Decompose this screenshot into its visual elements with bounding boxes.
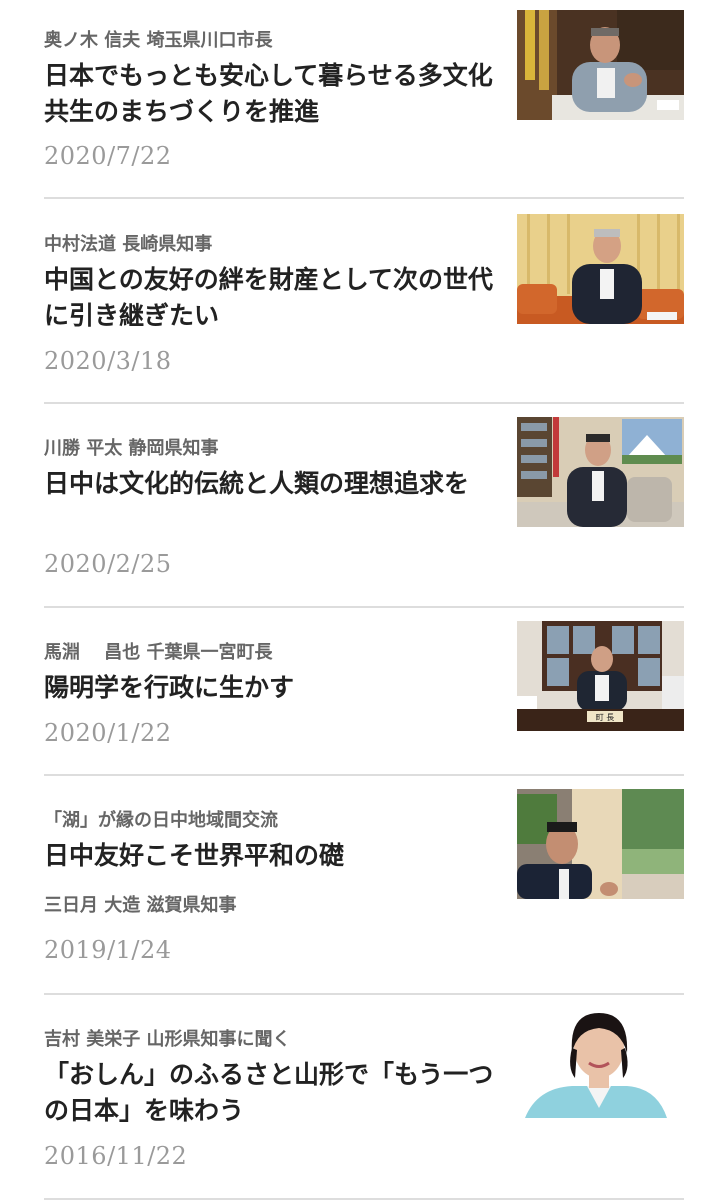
interview-photo bbox=[517, 1008, 684, 1118]
article-kicker: 奥ノ木 信夫 埼玉県川口市長 bbox=[44, 30, 273, 51]
article-kicker: 中村法道 長崎県知事 bbox=[44, 234, 213, 255]
nameplate-text: 町 長 bbox=[596, 713, 615, 722]
article-list: 奥ノ木 信夫 埼玉県川口市長 日本でもっとも安心して暮らせる多文化共生のまちづく… bbox=[0, 0, 727, 1200]
article-thumbnail[interactable]: 町 長 bbox=[517, 621, 684, 731]
article-thumbnail[interactable] bbox=[517, 214, 684, 324]
article-item[interactable]: 中村法道 長崎県知事 中国との友好の絆を財産として次の世代に引き継ぎたい 202… bbox=[44, 197, 684, 404]
interview-photo bbox=[517, 214, 684, 324]
article-date: 2020/2/25 bbox=[44, 550, 172, 578]
article-thumbnail[interactable] bbox=[517, 789, 684, 899]
article-kicker: 馬淵 昌也 千葉県一宮町長 bbox=[44, 642, 273, 663]
article-title[interactable]: 日中友好こそ世界平和の礎 bbox=[44, 838, 494, 874]
article-date: 2016/11/22 bbox=[44, 1142, 188, 1170]
interview-photo bbox=[517, 417, 684, 527]
article-title[interactable]: 中国との友好の絆を財産として次の世代に引き継ぎたい bbox=[44, 262, 494, 334]
article-kicker: 吉村 美栄子 山形県知事に聞く bbox=[44, 1029, 291, 1050]
article-kicker: 「湖」が縁の日中地域間交流 bbox=[44, 810, 278, 831]
article-thumbnail[interactable] bbox=[517, 417, 684, 527]
article-thumbnail[interactable] bbox=[517, 1008, 684, 1118]
interview-photo bbox=[517, 789, 684, 899]
article-title[interactable]: 日中は文化的伝統と人類の理想追求を bbox=[44, 466, 494, 502]
article-title[interactable]: 陽明学を行政に生かす bbox=[44, 670, 494, 706]
article-item[interactable]: 奥ノ木 信夫 埼玉県川口市長 日本でもっとも安心して暮らせる多文化共生のまちづく… bbox=[44, 0, 684, 199]
article-title[interactable]: 日本でもっとも安心して暮らせる多文化共生のまちづくりを推進 bbox=[44, 58, 494, 130]
article-title[interactable]: 「おしん」のふるさと山形で「もう一つの日本」を味わう bbox=[44, 1057, 494, 1129]
article-date: 2020/3/18 bbox=[44, 347, 172, 375]
article-item[interactable]: 「湖」が縁の日中地域間交流 日中友好こそ世界平和の礎 三日月 大造 滋賀県知事 … bbox=[44, 774, 684, 995]
article-kicker: 川勝 平太 静岡県知事 bbox=[44, 438, 219, 459]
interview-photo: 町 長 bbox=[517, 621, 684, 731]
article-date: 2020/1/22 bbox=[44, 719, 172, 747]
article-thumbnail[interactable] bbox=[517, 10, 684, 120]
article-date: 2020/7/22 bbox=[44, 142, 172, 170]
article-item[interactable]: 馬淵 昌也 千葉県一宮町長 陽明学を行政に生かす 2020/1/22 町 長 bbox=[44, 606, 684, 776]
article-item[interactable]: 吉村 美栄子 山形県知事に聞く 「おしん」のふるさと山形で「もう一つの日本」を味… bbox=[44, 993, 684, 1200]
interview-photo bbox=[517, 10, 684, 120]
article-item[interactable]: 川勝 平太 静岡県知事 日中は文化的伝統と人類の理想追求を 2020/2/25 bbox=[44, 402, 684, 608]
article-subtitle: 三日月 大造 滋賀県知事 bbox=[44, 895, 237, 916]
article-date: 2019/1/24 bbox=[44, 936, 172, 964]
